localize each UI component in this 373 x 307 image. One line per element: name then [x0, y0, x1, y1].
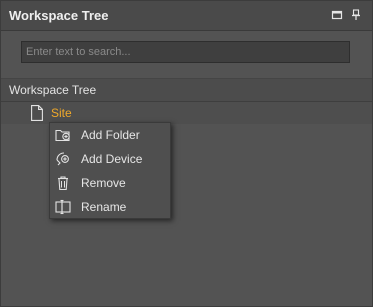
pin-icon[interactable]	[350, 9, 362, 21]
search-input[interactable]	[22, 42, 349, 62]
menu-item-rename[interactable]: Rename	[50, 195, 170, 219]
add-folder-icon	[55, 127, 71, 143]
menu-item-label: Add Folder	[81, 128, 140, 142]
tree-header-label: Workspace Tree	[9, 83, 97, 97]
trash-icon	[55, 175, 71, 191]
menu-item-remove[interactable]: Remove	[50, 171, 170, 195]
menu-item-label: Remove	[81, 176, 126, 190]
menu-item-add-folder[interactable]: Add Folder	[50, 123, 170, 147]
add-device-icon	[55, 151, 71, 167]
search-box	[21, 41, 350, 63]
workspace-tree-panel: Workspace Tree Workspace Tree	[0, 0, 373, 307]
context-menu: Add Folder Add Device Remove Rename	[49, 122, 171, 219]
file-icon	[31, 105, 43, 121]
tree-node-label: Site	[51, 106, 72, 120]
menu-item-add-device[interactable]: Add Device	[50, 147, 170, 171]
menu-item-label: Rename	[81, 200, 127, 214]
panel-titlebar: Workspace Tree	[1, 1, 372, 31]
panel-title: Workspace Tree	[9, 8, 109, 23]
rename-icon	[55, 199, 71, 215]
tree-header: Workspace Tree	[1, 78, 372, 102]
tree-node-site[interactable]: Site	[1, 102, 372, 124]
menu-item-label: Add Device	[81, 152, 143, 166]
restore-icon[interactable]	[331, 9, 343, 21]
